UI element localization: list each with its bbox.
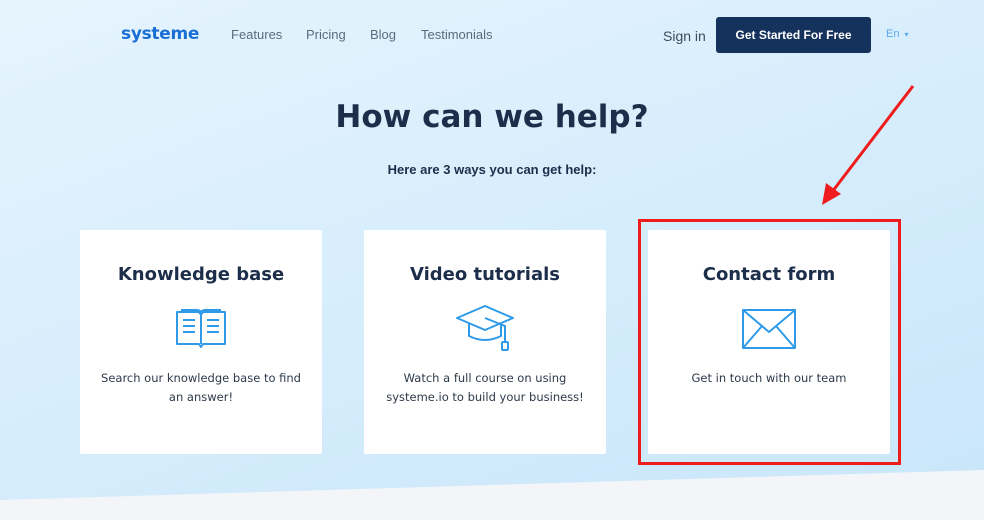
annotation-arrow-icon (822, 85, 915, 205)
